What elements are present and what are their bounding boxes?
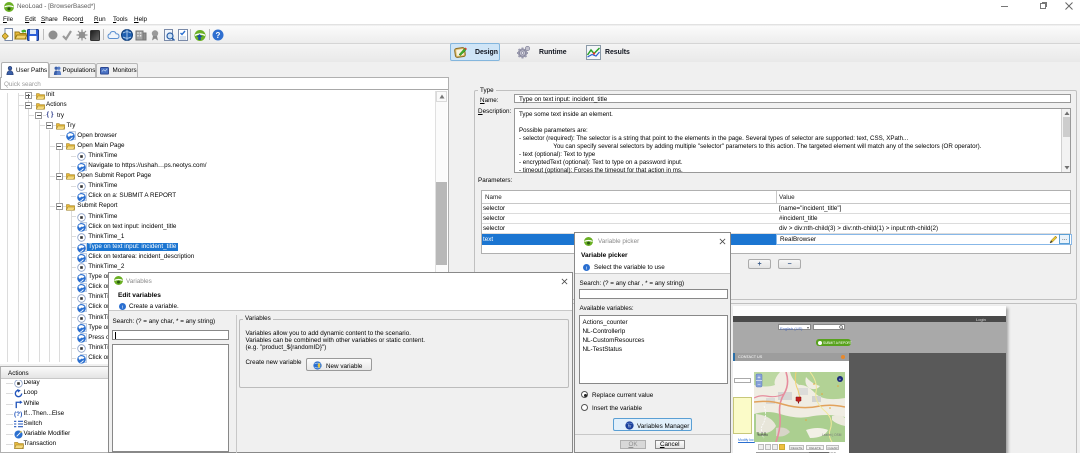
svg-text:Leaflet | OSM: Leaflet | OSM [822,433,842,437]
svg-text:+: + [757,375,760,381]
svg-text:?: ? [216,31,221,40]
svg-text:+: + [839,377,842,382]
svg-text:−: − [757,382,760,388]
